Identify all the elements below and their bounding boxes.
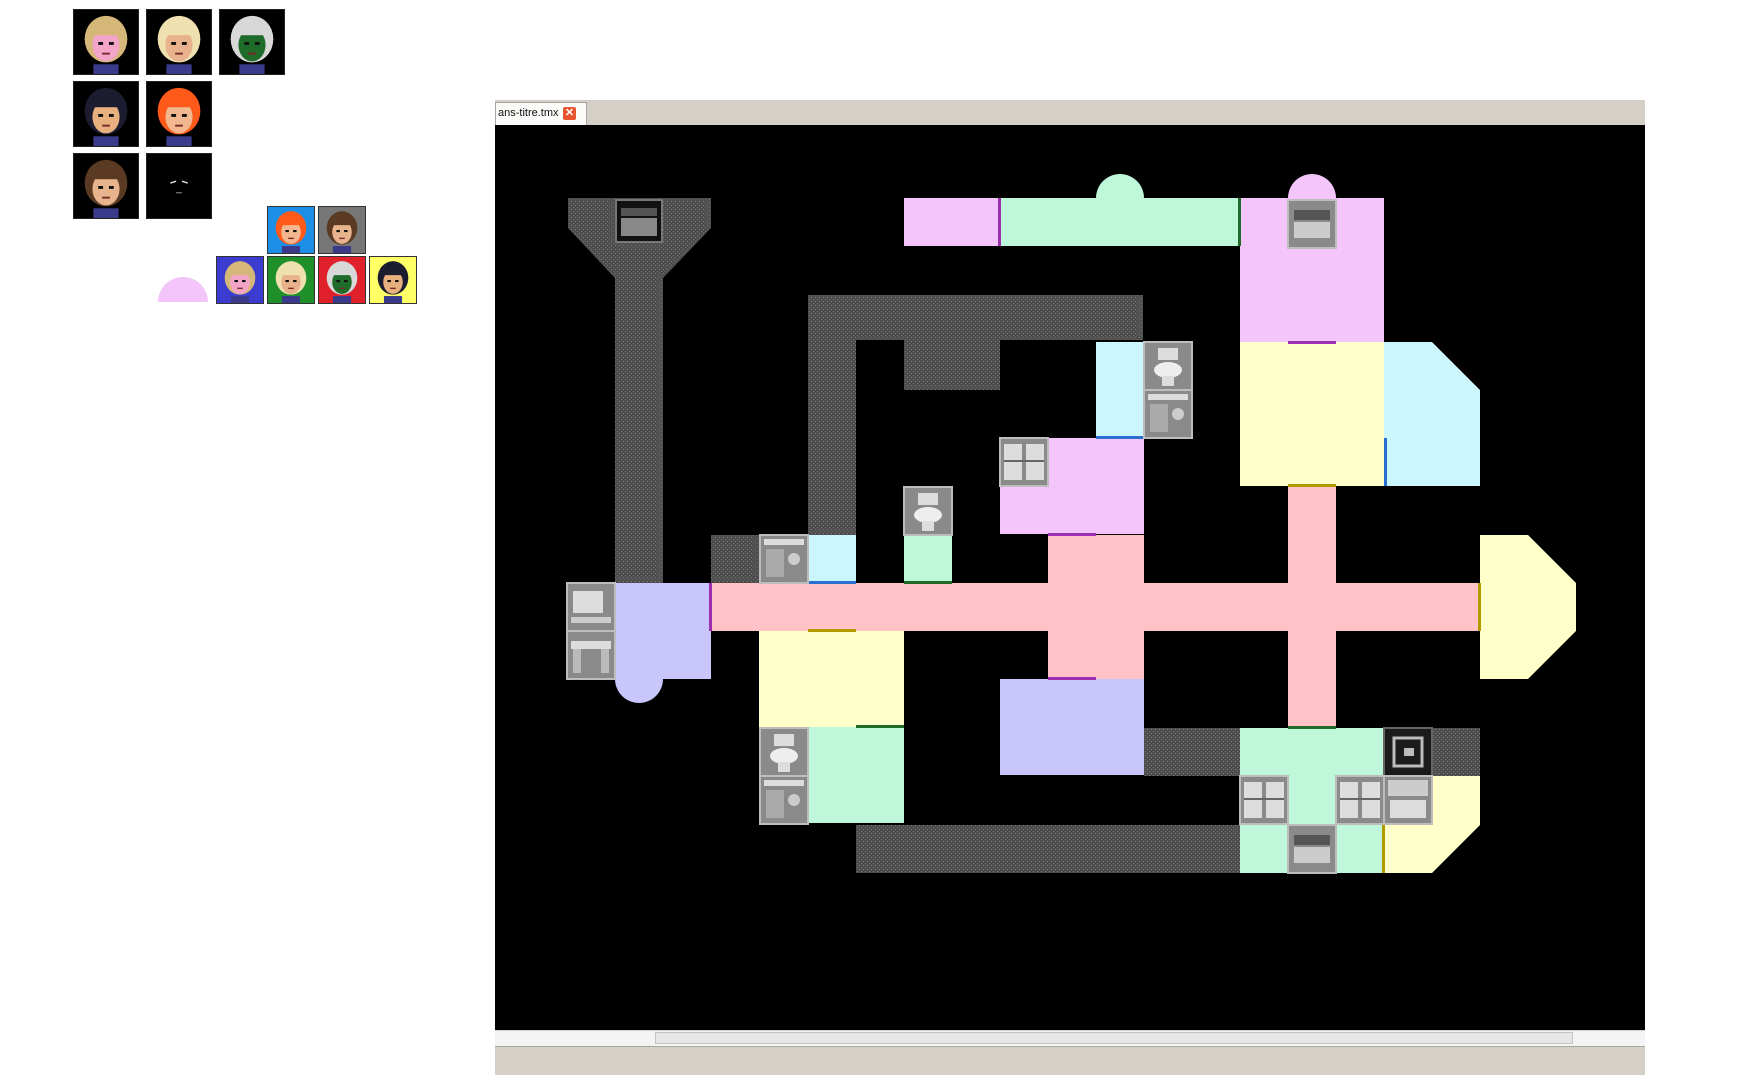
door [808, 581, 856, 584]
door [1238, 198, 1241, 246]
portrait-shadow-figure[interactable] [146, 153, 212, 219]
door [1048, 533, 1096, 536]
face-icon [370, 257, 416, 303]
corridor-small-left [711, 535, 759, 583]
safe-icon[interactable] [1383, 727, 1433, 777]
portrait-hooded-green-mask[interactable] [219, 9, 285, 75]
face-icon [220, 10, 284, 74]
room-cyan-small [808, 535, 856, 583]
tab-label: ans-titre.tmx [498, 107, 559, 119]
map-editor: ans-titre.tmx ✕ [495, 100, 1645, 1075]
corridor-far-right [1432, 728, 1480, 776]
computer-icon[interactable] [566, 582, 616, 632]
bed-icon[interactable] [1287, 199, 1337, 249]
face-icon [74, 154, 138, 218]
shower-icon[interactable] [759, 534, 809, 584]
door [808, 629, 856, 632]
door [998, 198, 1001, 246]
door [1096, 436, 1144, 439]
map-canvas[interactable] [495, 125, 1645, 1030]
room-mint-top-corridor [1000, 198, 1240, 246]
map-svg [495, 125, 1645, 1030]
portrait-platinum-blonde[interactable] [146, 9, 212, 75]
door [1048, 677, 1096, 680]
door [1478, 583, 1481, 631]
room-salmon-cross-left [1048, 535, 1144, 679]
room-mint-toilet [904, 535, 952, 583]
face-icon [268, 207, 314, 253]
bookshelf-icon[interactable] [1239, 775, 1289, 825]
corridor-bottom-right [1144, 728, 1241, 776]
toilet-icon[interactable] [903, 486, 953, 536]
face-icon [147, 154, 211, 218]
tab-bar: ans-titre.tmx ✕ [495, 100, 1645, 126]
door [1382, 825, 1385, 873]
door [709, 583, 712, 631]
portrait-dark-haired-boy[interactable] [73, 81, 139, 147]
portrait-blonde-pink-face[interactable] [73, 9, 139, 75]
status-bar [495, 1046, 1645, 1075]
corridor-bottom [856, 825, 1241, 873]
door [1288, 726, 1336, 729]
mini-portrait-dark-haired-boy[interactable] [369, 256, 417, 304]
shower-icon[interactable] [1143, 389, 1193, 439]
bed-icon[interactable] [1287, 824, 1337, 874]
door [856, 725, 904, 728]
face-icon [217, 257, 263, 303]
portrait-red-haired-girl[interactable] [146, 81, 212, 147]
room-mint-lower-left [808, 727, 904, 823]
door [1288, 484, 1336, 487]
toilet-icon[interactable] [1143, 341, 1193, 391]
mini-portrait-blonde-pink-face[interactable] [216, 256, 264, 304]
shower-icon[interactable] [759, 775, 809, 825]
door [1288, 341, 1336, 344]
door [1384, 438, 1387, 486]
mini-portrait-platinum-blonde[interactable] [267, 256, 315, 304]
room-salmon-cross-right [1288, 486, 1336, 728]
room-pink-top-left [904, 198, 1000, 246]
face-icon [319, 257, 365, 303]
mini-portrait-red-haired-girl[interactable] [267, 206, 315, 254]
bookshelf-icon[interactable] [1335, 775, 1385, 825]
face-icon [319, 207, 365, 253]
close-icon[interactable]: ✕ [563, 107, 576, 120]
scrollbar-thumb[interactable] [655, 1032, 1573, 1044]
face-icon [147, 82, 211, 146]
portrait-brown-haired-boy[interactable] [73, 153, 139, 219]
pink-half-circle-tile[interactable] [158, 276, 208, 302]
door [904, 581, 952, 584]
tab-map-file[interactable]: ans-titre.tmx ✕ [495, 102, 587, 125]
bookshelf-icon[interactable] [999, 437, 1049, 487]
room-yellow-lower-left [759, 631, 904, 727]
horizontal-scrollbar[interactable] [495, 1030, 1645, 1046]
sink-icon[interactable] [1383, 775, 1433, 825]
mini-portrait-hooded-green-mask[interactable] [318, 256, 366, 304]
room-yellow-upper-right [1240, 342, 1384, 486]
face-icon [74, 10, 138, 74]
mini-portrait-brown-haired-boy[interactable] [318, 206, 366, 254]
room-lavender-lower [1000, 679, 1144, 775]
toilet-icon[interactable] [759, 727, 809, 777]
bed-icon[interactable] [615, 199, 663, 243]
face-icon [268, 257, 314, 303]
desk-icon[interactable] [566, 630, 616, 680]
face-icon [74, 82, 138, 146]
face-icon [147, 10, 211, 74]
room-lavender-office [615, 583, 711, 679]
